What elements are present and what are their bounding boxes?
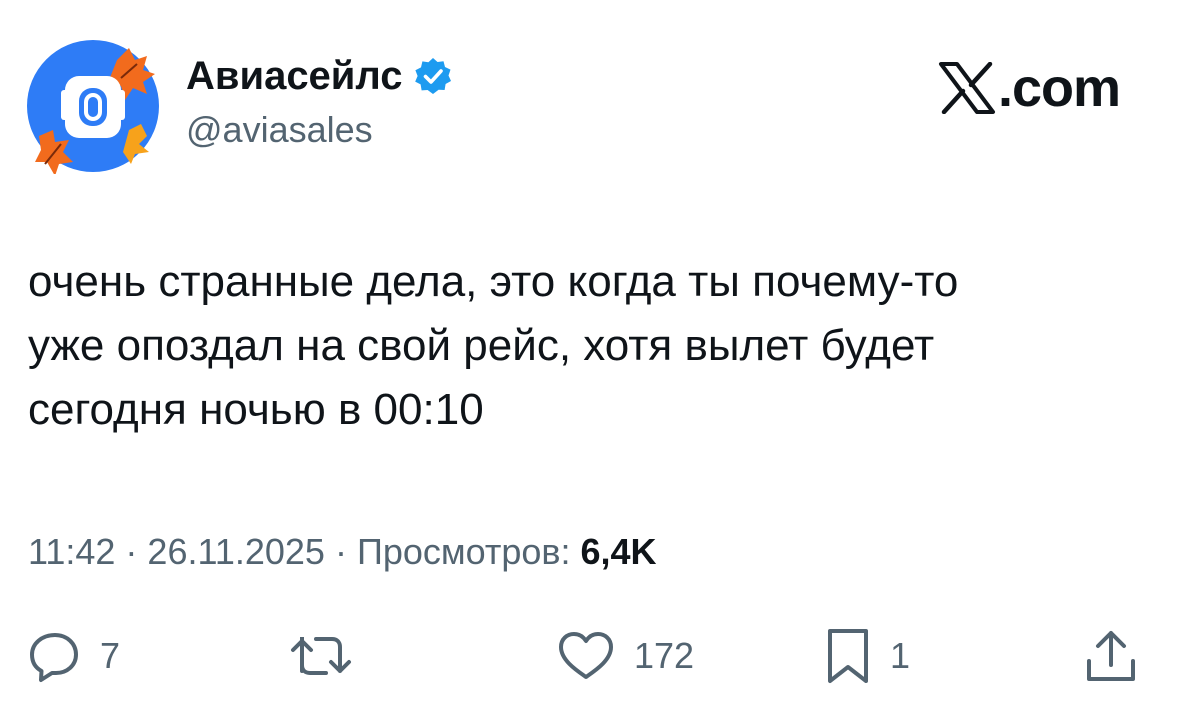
reply-icon: [30, 633, 78, 682]
tweet-date[interactable]: 26.11.2025: [147, 531, 325, 572]
tweet-line: очень странные дела, это когда ты почему…: [28, 257, 959, 306]
reply-count: 7: [100, 635, 121, 676]
tweet-text: очень странные дела, это когда ты почему…: [28, 250, 1158, 442]
verified-badge-icon: [413, 56, 453, 96]
action-bar: 7 172 1: [0, 620, 1179, 692]
bookmark-button[interactable]: 1: [824, 620, 910, 692]
x-logo-icon: [938, 61, 996, 115]
brand-domain-label: .com: [998, 58, 1121, 118]
tweet-meta: 11:42 · 26.11.2025 · Просмотров: 6,4K: [28, 530, 657, 574]
share-button[interactable]: [1084, 620, 1156, 692]
avatar[interactable]: [25, 38, 161, 176]
x-com-brand: .com: [938, 58, 1121, 118]
meta-separator: ·: [324, 531, 357, 572]
author-display-name[interactable]: Авиасейлс: [186, 52, 403, 100]
like-count: 172: [634, 635, 695, 676]
views-label: Просмотров:: [356, 531, 571, 572]
author-handle[interactable]: @aviasales: [186, 108, 373, 152]
meta-separator: ·: [115, 531, 148, 572]
retweet-button[interactable]: [290, 620, 370, 692]
heart-icon: [559, 632, 613, 679]
share-icon: [1087, 631, 1135, 681]
bookmark-icon: [828, 629, 868, 683]
tweet-line: сегодня ночью в 00:10: [28, 385, 484, 434]
tweet-line: уже опоздал на свой рейс, хотя вылет буд…: [28, 321, 935, 370]
tweet-time[interactable]: 11:42: [28, 531, 115, 572]
aviasales-logo-icon: [27, 40, 159, 176]
views-count[interactable]: 6,4K: [581, 531, 657, 572]
author-name-row[interactable]: Авиасейлс: [186, 52, 453, 100]
bookmark-count: 1: [890, 635, 911, 676]
reply-button[interactable]: 7: [28, 620, 120, 692]
like-button[interactable]: 172: [556, 620, 694, 692]
retweet-icon: [291, 637, 351, 675]
